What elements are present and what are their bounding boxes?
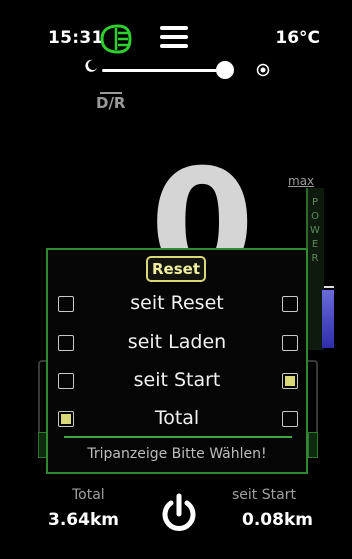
checkbox-total-right[interactable] — [282, 411, 298, 427]
drive-mode-label: D/R — [96, 94, 126, 112]
checkbox-seit-start-right[interactable] — [282, 373, 298, 389]
power-gauge-title: POWER — [309, 196, 321, 266]
brightness-slider-track[interactable] — [102, 69, 226, 72]
power-title-letter: W — [310, 225, 320, 236]
sun-icon — [256, 62, 270, 77]
right-trip-label: seit Start — [232, 487, 296, 503]
power-max-label: max — [288, 174, 315, 188]
reset-button[interactable]: Reset — [146, 256, 206, 282]
checkbox-seit-start-left[interactable] — [58, 373, 74, 389]
left-trip-label: Total — [72, 487, 105, 503]
option-label-total: Total — [154, 407, 200, 429]
popup-divider — [64, 436, 292, 438]
left-trip-value: 3.64km — [48, 510, 119, 530]
power-title-letter: E — [311, 239, 319, 250]
checkbox-seit-reset-left[interactable] — [58, 296, 74, 312]
checkbox-seit-laden-right[interactable] — [282, 335, 298, 351]
right-trip-value: 0.08km — [242, 510, 313, 530]
option-label-seit-reset: seit Reset — [130, 292, 224, 314]
power-title-letter: P — [311, 197, 319, 208]
headlight-icon[interactable] — [96, 22, 144, 56]
checkbox-seit-laden-left[interactable] — [58, 335, 74, 351]
brightness-slider-knob[interactable] — [216, 61, 234, 79]
ebike-display: 15:31 16°C D/R 0 max POWER Reset seit Re… — [0, 0, 352, 559]
side-indicator-right — [308, 432, 318, 458]
power-gauge-fill — [322, 290, 334, 348]
option-label-seit-laden: seit Laden — [127, 331, 227, 353]
power-gauge-tick — [324, 286, 334, 288]
side-bracket-right — [308, 360, 318, 442]
temperature: 16°C — [275, 28, 320, 48]
popup-hint-text: Tripanzeige Bitte Wählen! — [87, 446, 267, 462]
power-title-letter: R — [311, 253, 319, 264]
checkbox-seit-reset-right[interactable] — [282, 296, 298, 312]
moon-icon — [84, 58, 98, 72]
power-title-letter: O — [311, 211, 319, 222]
menu-icon[interactable] — [160, 26, 188, 50]
option-label-seit-start: seit Start — [133, 369, 221, 391]
checkbox-total-left[interactable] — [58, 411, 74, 427]
power-icon[interactable] — [157, 492, 201, 536]
